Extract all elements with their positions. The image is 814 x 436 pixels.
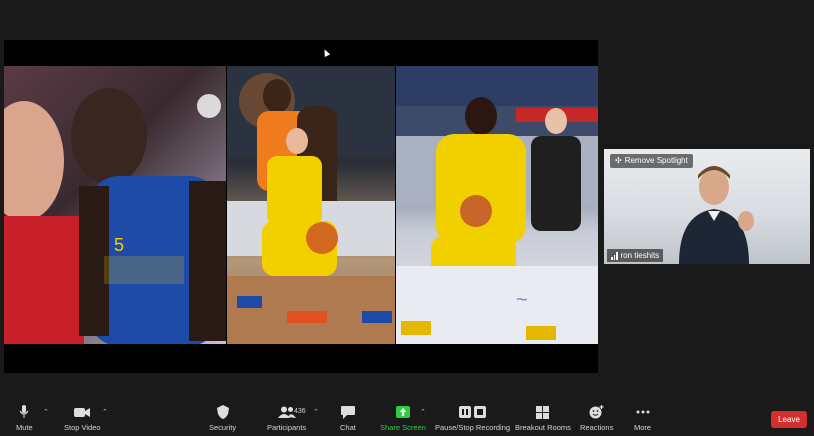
more-dots-icon — [636, 404, 650, 420]
leave-button[interactable]: Leave — [771, 411, 807, 428]
participants-caret-icon[interactable]: ⌃ — [313, 408, 319, 416]
svg-text:5: 5 — [114, 235, 124, 255]
mute-button[interactable]: Mute — [16, 404, 33, 432]
basketball-photo-1: 5 — [4, 66, 226, 344]
speaker-video — [679, 166, 754, 264]
security-button[interactable]: Security — [209, 404, 236, 432]
photo-2-image — [227, 66, 395, 344]
share-options-caret-icon[interactable]: ⌃ — [420, 408, 426, 416]
chat-button[interactable]: Chat — [340, 404, 356, 432]
speaker-name: ron tieshits — [620, 251, 660, 260]
photo-3-image: ~ — [396, 66, 598, 344]
participant-count: 436 — [294, 408, 306, 415]
pause-stop-recording-icon — [458, 404, 487, 420]
reactions-button[interactable]: Reactions — [580, 404, 613, 432]
breakout-rooms-button[interactable]: Breakout Rooms — [515, 404, 571, 432]
microphone-icon — [19, 404, 29, 420]
mouse-cursor — [321, 48, 331, 57]
share-screen-button[interactable]: Share Screen — [380, 404, 426, 432]
stop-video-button[interactable]: Stop Video — [64, 404, 101, 432]
svg-text:~: ~ — [516, 289, 528, 311]
basketball-photo-3: ~ — [396, 66, 598, 344]
meeting-toolbar: Mute ⌃ Stop Video ⌃ Security Participant… — [0, 400, 814, 436]
signal-bars-icon — [611, 251, 618, 260]
audio-options-caret-icon[interactable]: ⌃ — [43, 408, 49, 416]
basketball-photo-2 — [227, 66, 395, 344]
remove-spotlight-label: Remove Spotlight — [624, 156, 688, 165]
shield-icon — [216, 404, 229, 420]
video-camera-icon — [74, 404, 91, 420]
speaker-name-tag: ron tieshits — [607, 249, 664, 262]
shared-screen: 5 ~ — [4, 40, 598, 373]
participants-icon — [277, 404, 296, 420]
video-options-caret-icon[interactable]: ⌃ — [102, 408, 108, 416]
spotlight-pin-icon: ✣ — [615, 156, 622, 165]
more-button[interactable]: More — [634, 404, 651, 432]
smiley-plus-icon — [589, 404, 604, 420]
breakout-rooms-icon — [536, 404, 550, 420]
share-screen-icon — [395, 404, 410, 420]
chat-bubble-icon — [340, 404, 355, 420]
pause-stop-recording-button[interactable]: Pause/Stop Recording — [435, 404, 510, 432]
speaker-video-tile[interactable]: ✣ Remove Spotlight ron tieshits — [604, 149, 810, 264]
remove-spotlight-button[interactable]: ✣ Remove Spotlight — [610, 154, 693, 168]
photo-1-image: 5 — [4, 88, 226, 344]
